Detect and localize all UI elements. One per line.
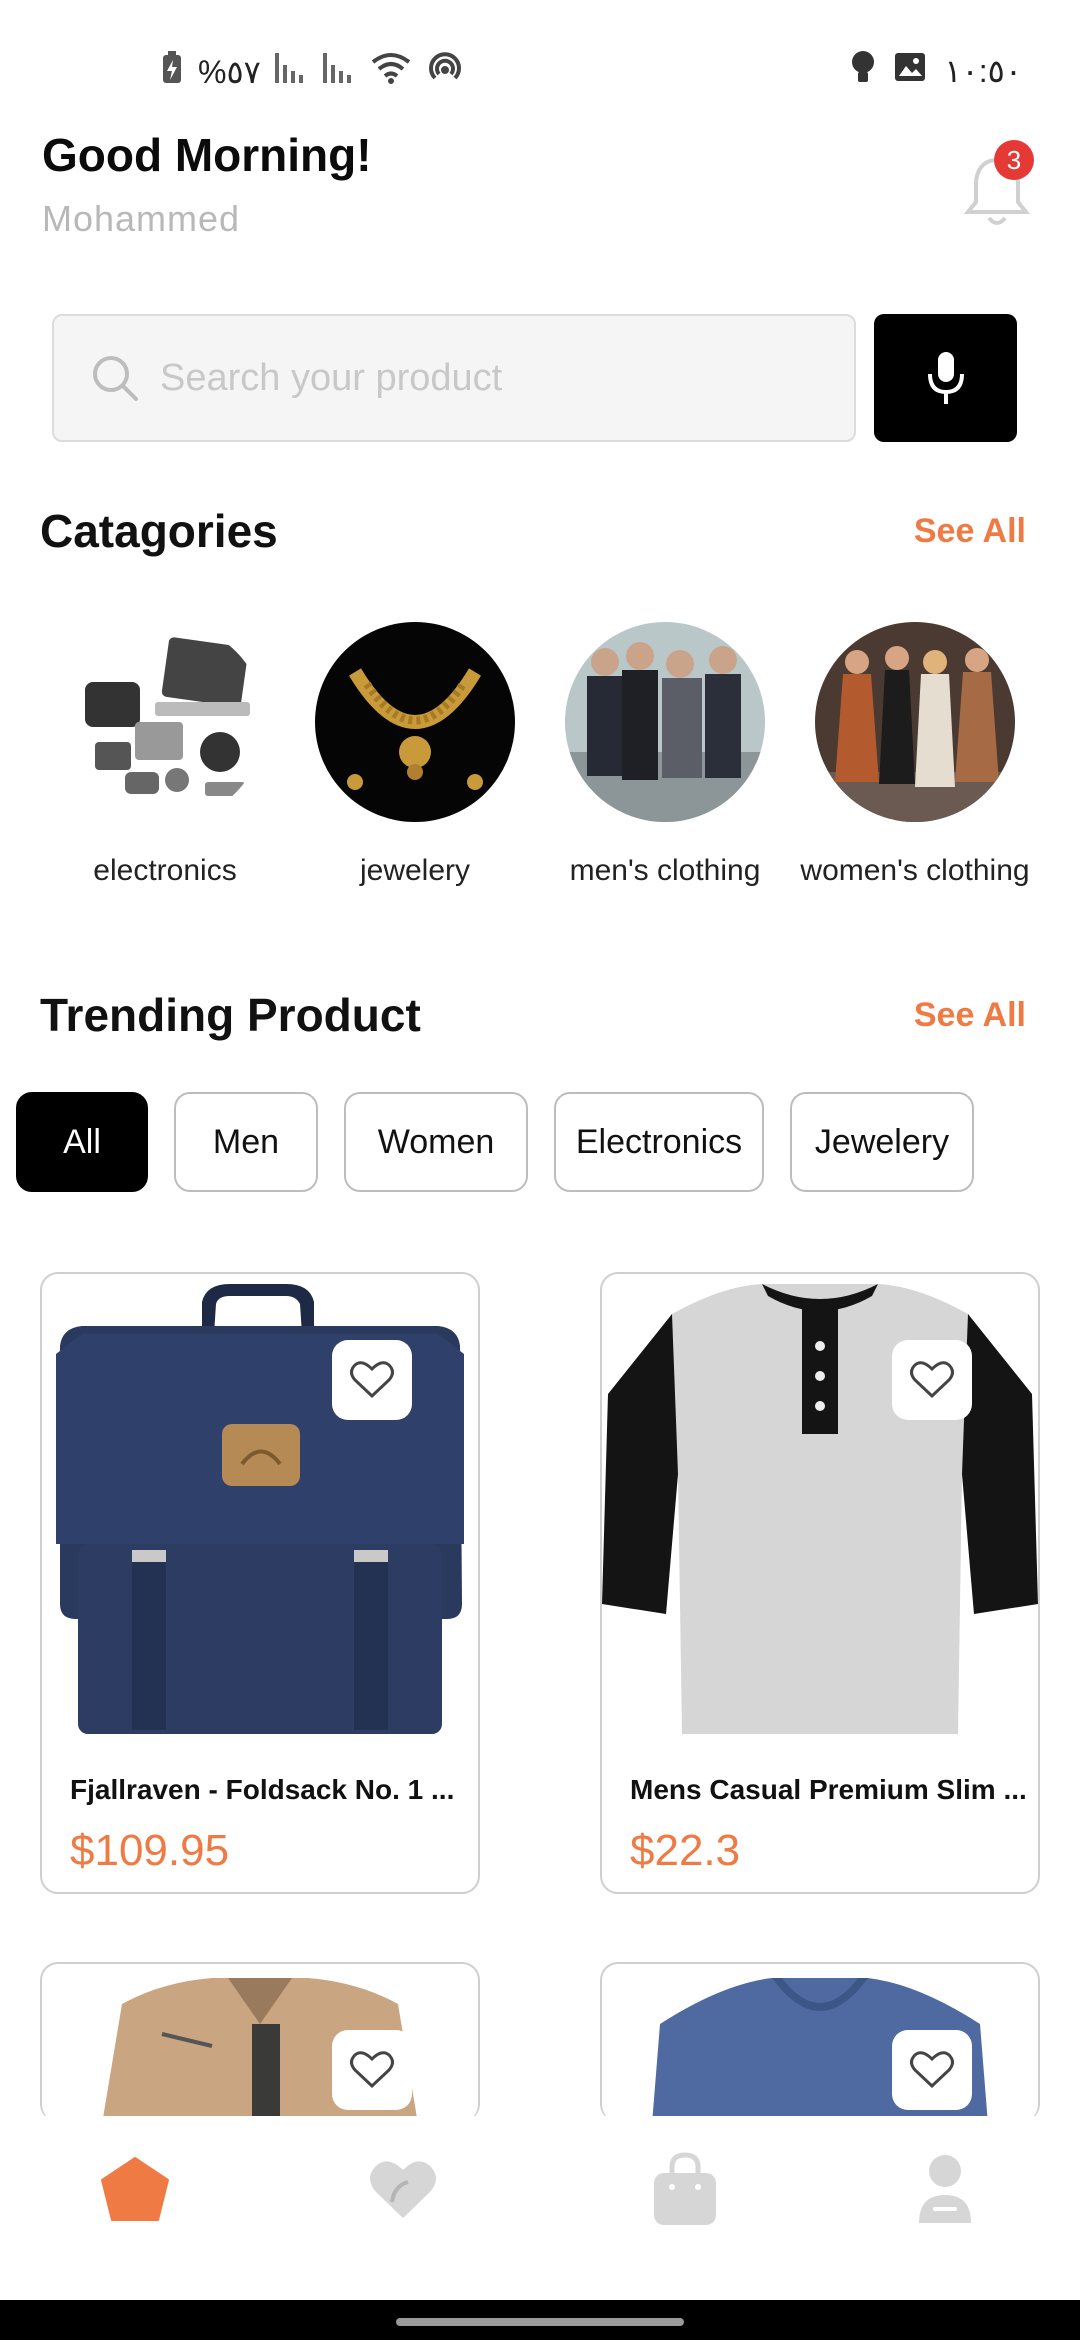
product-price: $22.3 — [630, 1826, 741, 1875]
product-image — [602, 1284, 1038, 1734]
nav-profile[interactable] — [900, 2144, 990, 2234]
heart-outline-icon — [910, 2051, 954, 2089]
category-electronics[interactable]: electronics — [40, 622, 290, 888]
username: Mohammed — [42, 198, 241, 239]
category-label: jewelery — [359, 854, 471, 887]
filter-chip-jewelery[interactable]: Jewelery — [790, 1092, 974, 1192]
nav-cart[interactable] — [640, 2144, 730, 2234]
heart-outline-icon — [350, 1361, 394, 1399]
greeting-title: Good Morning! — [42, 129, 372, 181]
filter-chip-men[interactable]: Men — [174, 1092, 318, 1192]
category-image-electronics — [65, 622, 265, 822]
product-image — [102, 1978, 418, 2122]
search-bar[interactable] — [52, 314, 856, 442]
microphone-icon — [927, 352, 964, 404]
favorite-button[interactable] — [892, 1340, 972, 1420]
category-label: electronics — [93, 854, 237, 887]
image-icon — [894, 52, 926, 90]
nav-home[interactable] — [90, 2144, 180, 2234]
product-title: Mens Casual Premium Slim ... — [630, 1774, 1027, 1805]
product-card[interactable]: Fjallraven - Foldsack No. 1 ... $109.95 — [40, 1272, 480, 1894]
status-bar: %٥٧ ١٠:٥٠ — [0, 0, 1080, 130]
category-image-jewelery — [315, 622, 515, 822]
filter-chip-all[interactable]: All — [16, 1092, 148, 1192]
hotspot-icon — [425, 50, 465, 94]
nav-favorites[interactable] — [358, 2144, 448, 2234]
search-icon — [93, 356, 138, 401]
status-bar-left: %٥٧ — [160, 50, 465, 94]
home-icon — [101, 2157, 169, 2221]
profile-icon — [919, 2155, 971, 2223]
battery-level: %٥٧ — [198, 54, 261, 90]
signal-icon-2 — [322, 53, 357, 91]
category-mens-clothing[interactable]: men's clothing — [540, 622, 790, 888]
category-jewelery[interactable]: jewelery — [290, 622, 540, 888]
heart-outline-icon — [910, 1361, 954, 1399]
home-gesture-handle[interactable] — [396, 2318, 684, 2326]
notification-button[interactable]: 3 — [960, 140, 1040, 230]
filter-chip-electronics[interactable]: Electronics — [554, 1092, 764, 1192]
product-image — [652, 1978, 988, 2122]
favorite-button[interactable] — [892, 2030, 972, 2110]
bag-icon — [654, 2152, 716, 2225]
product-card-partial[interactable] — [600, 1962, 1040, 2122]
status-bar-right: ١٠:٥٠ — [850, 50, 1022, 92]
notification-badge: 3 — [994, 140, 1034, 180]
favorite-button[interactable] — [332, 2030, 412, 2110]
bottom-navigation — [0, 2116, 1080, 2300]
product-image — [56, 1284, 464, 1734]
category-image-womens-clothing — [815, 622, 1015, 822]
category-womens-clothing[interactable]: women's clothing — [790, 622, 1040, 888]
trending-see-all-link[interactable]: See All — [914, 996, 1026, 1035]
categories-title: Catagories — [40, 505, 278, 557]
clock-time: ١٠:٥٠ — [944, 53, 1022, 89]
favorite-button[interactable] — [332, 1340, 412, 1420]
heart-outline-icon — [350, 2051, 394, 2089]
category-label: men's clothing — [569, 854, 761, 887]
product-title: Fjallraven - Foldsack No. 1 ... — [70, 1774, 455, 1805]
signal-icon — [274, 53, 309, 91]
category-label: women's clothing — [800, 854, 1030, 887]
battery-icon — [160, 51, 184, 93]
categories-see-all-link[interactable]: See All — [914, 512, 1026, 551]
product-card[interactable]: Mens Casual Premium Slim ... $22.3 — [600, 1272, 1040, 1894]
voice-search-button[interactable] — [874, 314, 1017, 442]
bulb-icon — [850, 50, 876, 92]
product-card-partial[interactable] — [40, 1962, 480, 2122]
trending-title: Trending Product — [40, 989, 421, 1041]
search-input[interactable] — [160, 356, 800, 400]
filter-chip-women[interactable]: Women — [344, 1092, 528, 1192]
product-price: $109.95 — [70, 1826, 230, 1875]
wifi-icon — [371, 52, 411, 92]
heart-icon — [370, 2161, 436, 2218]
category-image-mens-clothing — [565, 622, 765, 822]
